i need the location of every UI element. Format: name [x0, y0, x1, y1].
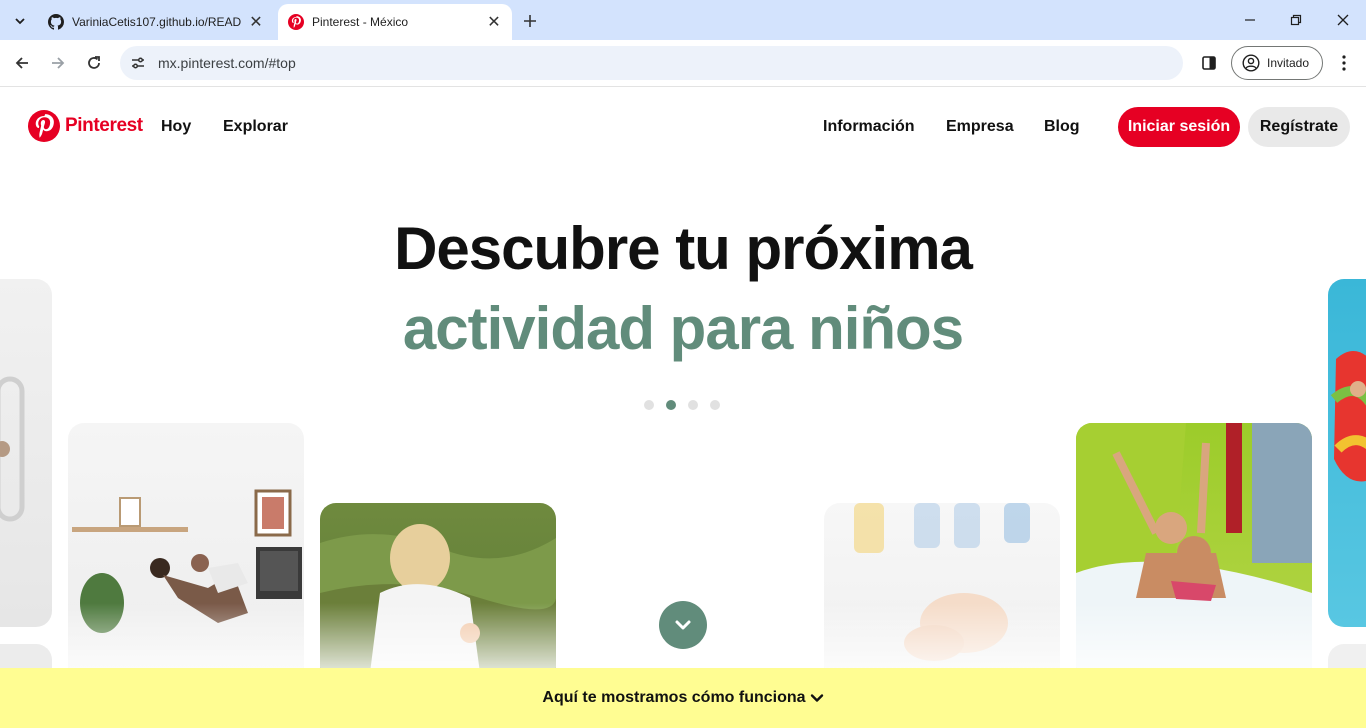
close-tab-icon[interactable]: ✕ — [486, 14, 502, 31]
photo-card-water-slide[interactable] — [1076, 423, 1312, 683]
minimize-button[interactable] — [1227, 4, 1273, 36]
brand-logo-link[interactable]: Pinterest — [28, 110, 143, 142]
close-tab-icon[interactable]: ✕ — [248, 14, 264, 31]
restore-button[interactable] — [1273, 4, 1319, 36]
reload-button[interactable] — [80, 49, 108, 77]
hero-heading: Descubre tu próxima — [394, 215, 973, 282]
how-it-works-banner[interactable]: Aquí te mostramos cómo funciona — [0, 668, 1366, 728]
tab-title: Pinterest - México — [312, 15, 409, 29]
chevron-down-icon — [14, 17, 25, 24]
back-button[interactable] — [8, 49, 36, 77]
tab-github-readme[interactable]: VariniaCetis107.github.io/READM ✕ — [38, 4, 274, 40]
github-icon — [48, 14, 64, 30]
plus-icon — [524, 15, 536, 27]
browser-menu-button[interactable] — [1332, 49, 1356, 77]
reload-icon — [88, 56, 100, 69]
pinterest-page: Pinterest Hoy Explorar Información Empre… — [0, 88, 1366, 728]
photo-card-family-yoga[interactable] — [68, 423, 304, 683]
minimize-icon — [1245, 19, 1255, 21]
brand-wordmark: Pinterest — [65, 115, 143, 136]
side-panel-icon — [1202, 56, 1216, 70]
profile-label: Invitado — [1267, 56, 1310, 70]
arrow-left-icon — [15, 57, 28, 69]
nav-link-explorar[interactable]: Explorar — [223, 118, 288, 136]
tab-title: VariniaCetis107.github.io/READM — [72, 15, 242, 29]
profile-button[interactable]: Invitado — [1231, 46, 1323, 80]
address-bar[interactable]: mx.pinterest.com/#top — [120, 46, 1183, 80]
site-header: Pinterest Hoy Explorar Información Empre… — [0, 88, 1366, 168]
signup-button[interactable]: Regístrate — [1248, 107, 1350, 147]
account-circle-icon — [1242, 54, 1260, 72]
site-settings-icon[interactable] — [128, 53, 148, 73]
chevron-down-icon — [675, 620, 691, 630]
carousel-dot-active[interactable] — [666, 400, 676, 410]
photo-card-baby-feet[interactable] — [824, 503, 1060, 683]
browser-toolbar: mx.pinterest.com/#top Invitado — [0, 40, 1366, 87]
scroll-down-button[interactable] — [659, 601, 707, 649]
nav-link-informacion[interactable]: Información — [823, 118, 915, 136]
chevron-down-icon — [810, 691, 824, 705]
tab-search-button[interactable] — [6, 7, 33, 34]
pinterest-icon — [288, 14, 304, 30]
arrow-right-icon — [52, 57, 65, 69]
url-text: mx.pinterest.com/#top — [158, 55, 296, 71]
carousel-dot[interactable] — [644, 400, 654, 410]
carousel-dot[interactable] — [688, 400, 698, 410]
nav-link-hoy[interactable]: Hoy — [161, 118, 191, 136]
tab-pinterest[interactable]: Pinterest - México ✕ — [278, 4, 512, 40]
photo-card-child-garden[interactable] — [320, 503, 556, 683]
more-vert-icon — [1342, 55, 1346, 71]
close-window-button[interactable] — [1320, 4, 1366, 36]
nav-link-empresa[interactable]: Empresa — [946, 118, 1014, 136]
carousel-dot[interactable] — [710, 400, 720, 410]
nav-link-blog[interactable]: Blog — [1044, 118, 1080, 136]
carousel-indicator — [644, 400, 724, 410]
hero-rotating-topic: actividad para niños — [402, 295, 964, 362]
browser-tab-strip: VariniaCetis107.github.io/READM ✕ Pinter… — [0, 0, 1366, 40]
side-panel-button[interactable] — [1196, 50, 1222, 76]
pinterest-logo-icon — [28, 110, 60, 142]
login-button[interactable]: Iniciar sesión — [1118, 107, 1240, 147]
how-it-works-label: Aquí te mostramos cómo funciona — [542, 689, 806, 706]
close-icon — [1337, 14, 1349, 26]
forward-button[interactable] — [44, 49, 72, 77]
new-tab-button[interactable] — [518, 9, 542, 33]
restore-icon — [1290, 14, 1302, 26]
